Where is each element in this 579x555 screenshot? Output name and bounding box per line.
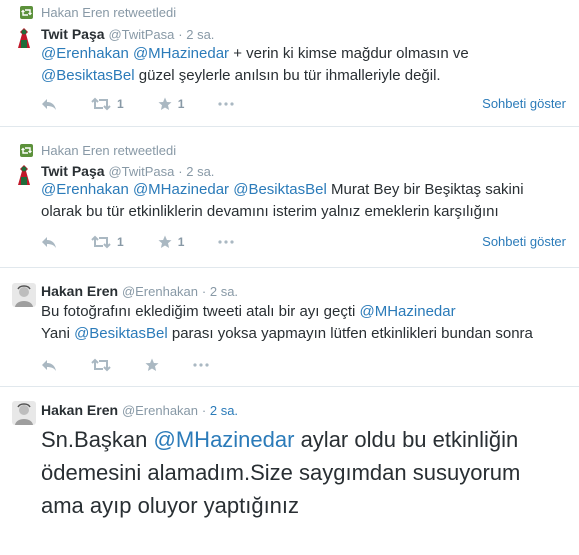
avatar[interactable]: [12, 26, 36, 50]
avatar[interactable]: [12, 163, 36, 187]
text-segment: güzel şeylerle anılsın bu tür ihmalleriy…: [134, 67, 441, 84]
mention-link[interactable]: @MHazinedar: [360, 303, 456, 320]
retweet-badge-icon: [20, 6, 33, 19]
avatar[interactable]: [12, 401, 36, 425]
dot-separator: ·: [201, 284, 210, 299]
avatar[interactable]: [12, 283, 36, 307]
timestamp[interactable]: 2 sa.: [186, 27, 214, 42]
text-segment: Yani: [41, 325, 75, 342]
mention-link[interactable]: @BesiktasBel: [233, 181, 327, 198]
tweet-actions: 1 1: [41, 232, 268, 252]
retweet-count: 1: [117, 235, 124, 249]
tweet-2[interactable]: Hakan Eren retweetledi Twit Paşa @TwitPa…: [0, 127, 579, 267]
author-handle[interactable]: @Erenhakan: [122, 284, 198, 299]
tweet-1[interactable]: Hakan Eren retweetledi Twit Paşa @TwitPa…: [0, 0, 579, 126]
author-name[interactable]: Hakan Eren: [41, 283, 118, 299]
timestamp[interactable]: 2 sa.: [210, 284, 238, 299]
retweet-icon: [91, 358, 111, 372]
tweet-line: @Erenhakan @MHazinedar @BesiktasBel Mura…: [41, 179, 524, 201]
favorite-count: 1: [177, 235, 185, 249]
tweet-actions: [41, 355, 243, 375]
mention-link[interactable]: @MHazinedar: [133, 181, 229, 198]
favorite-button[interactable]: [145, 358, 159, 372]
more-icon: [218, 102, 234, 106]
text-segment: Bu fotoğrafını eklediğim tweeti atalı bi…: [41, 303, 360, 320]
favorite-icon: [145, 358, 159, 371]
tweet-actions: 1 1: [41, 94, 268, 114]
text-segment: Murat Bey bir Beşiktaş sakini: [326, 181, 524, 198]
retweet-count: 1: [117, 97, 124, 111]
favorite-button[interactable]: 1: [158, 97, 185, 111]
mention-link[interactable]: @MHazinedar: [154, 427, 295, 452]
retweet-badge-icon: [20, 144, 33, 157]
tweet-header: Twit Paşa @TwitPasa · 2 sa.: [41, 163, 214, 179]
author-handle[interactable]: @Erenhakan: [122, 403, 198, 418]
reply-icon: [42, 99, 56, 110]
author-name[interactable]: Twit Paşa: [41, 26, 105, 42]
reply-button[interactable]: [41, 235, 57, 249]
retweet-button[interactable]: 1: [91, 97, 124, 111]
more-button[interactable]: [193, 363, 209, 367]
tweet-text-large: Sn.Başkan @MHazinedar aylar oldu bu etki…: [41, 423, 521, 522]
text-segment: olarak bu tür etkinliklerin devamını ist…: [41, 203, 499, 220]
text-segment: Sn.Başkan: [41, 427, 154, 452]
mention-link[interactable]: @Erenhakan: [41, 181, 129, 198]
text-segment: + verin ki kimse mağdur olmasın ve: [229, 45, 469, 62]
reply-button[interactable]: [41, 97, 57, 111]
tweet-text: Bu fotoğrafını eklediğim tweeti atalı bi…: [41, 301, 533, 345]
tweet-line: @BesiktasBel güzel şeylerle anılsın bu t…: [41, 65, 469, 87]
retweet-button[interactable]: [91, 358, 111, 372]
author-name[interactable]: Hakan Eren: [41, 402, 118, 418]
retweeted-by[interactable]: Hakan Eren retweetledi: [41, 143, 176, 158]
more-button[interactable]: [218, 102, 234, 106]
tweet-4[interactable]: Hakan Eren @Erenhakan · 2 sa. Sn.Başkan …: [0, 387, 579, 555]
tweet-3[interactable]: Hakan Eren @Erenhakan · 2 sa. Bu fotoğra…: [0, 268, 579, 386]
retweeted-by[interactable]: Hakan Eren retweetledi: [41, 5, 176, 20]
tweet-line: olarak bu tür etkinliklerin devamını ist…: [41, 201, 524, 223]
author-handle[interactable]: @TwitPasa: [108, 164, 174, 179]
timestamp[interactable]: 2 sa.: [210, 403, 238, 418]
favorite-button[interactable]: 1: [158, 235, 185, 249]
show-conversation-link[interactable]: Sohbeti göster: [482, 96, 566, 111]
more-icon: [193, 363, 209, 367]
timestamp[interactable]: 2 sa.: [186, 164, 214, 179]
retweet-icon: [91, 97, 111, 111]
favorite-icon: [158, 235, 172, 248]
favorite-count: 1: [177, 97, 185, 111]
tweet-header: Hakan Eren @Erenhakan · 2 sa.: [41, 402, 238, 418]
mention-link[interactable]: @BesiktasBel: [74, 325, 168, 342]
mention-link[interactable]: @Erenhakan: [41, 45, 129, 62]
tweet-header: Hakan Eren @Erenhakan · 2 sa.: [41, 283, 238, 299]
author-name[interactable]: Twit Paşa: [41, 163, 105, 179]
favorite-icon: [158, 97, 172, 110]
show-conversation-link[interactable]: Sohbeti göster: [482, 234, 566, 249]
more-icon: [218, 240, 234, 244]
text-segment: parası yoksa yapmayın lütfen etkinlikler…: [167, 325, 533, 342]
dot-separator: ·: [201, 403, 210, 418]
tweet-line: @Erenhakan @MHazinedar + verin ki kimse …: [41, 43, 469, 65]
mention-link[interactable]: @MHazinedar: [133, 45, 229, 62]
more-button[interactable]: [218, 240, 234, 244]
reply-button[interactable]: [41, 358, 57, 372]
retweet-button[interactable]: 1: [91, 235, 124, 249]
retweet-icon: [91, 235, 111, 249]
tweet-line: Bu fotoğrafını eklediğim tweeti atalı bi…: [41, 301, 533, 323]
tweet-text: @Erenhakan @MHazinedar + verin ki kimse …: [41, 43, 469, 87]
reply-icon: [42, 360, 56, 371]
tweet-text: @Erenhakan @MHazinedar @BesiktasBel Mura…: [41, 179, 524, 223]
tweet-header: Twit Paşa @TwitPasa · 2 sa.: [41, 26, 214, 42]
tweet-line: Yani @BesiktasBel parası yoksa yapmayın …: [41, 323, 533, 345]
mention-link[interactable]: @BesiktasBel: [41, 67, 135, 84]
author-handle[interactable]: @TwitPasa: [108, 27, 174, 42]
reply-icon: [42, 237, 56, 248]
